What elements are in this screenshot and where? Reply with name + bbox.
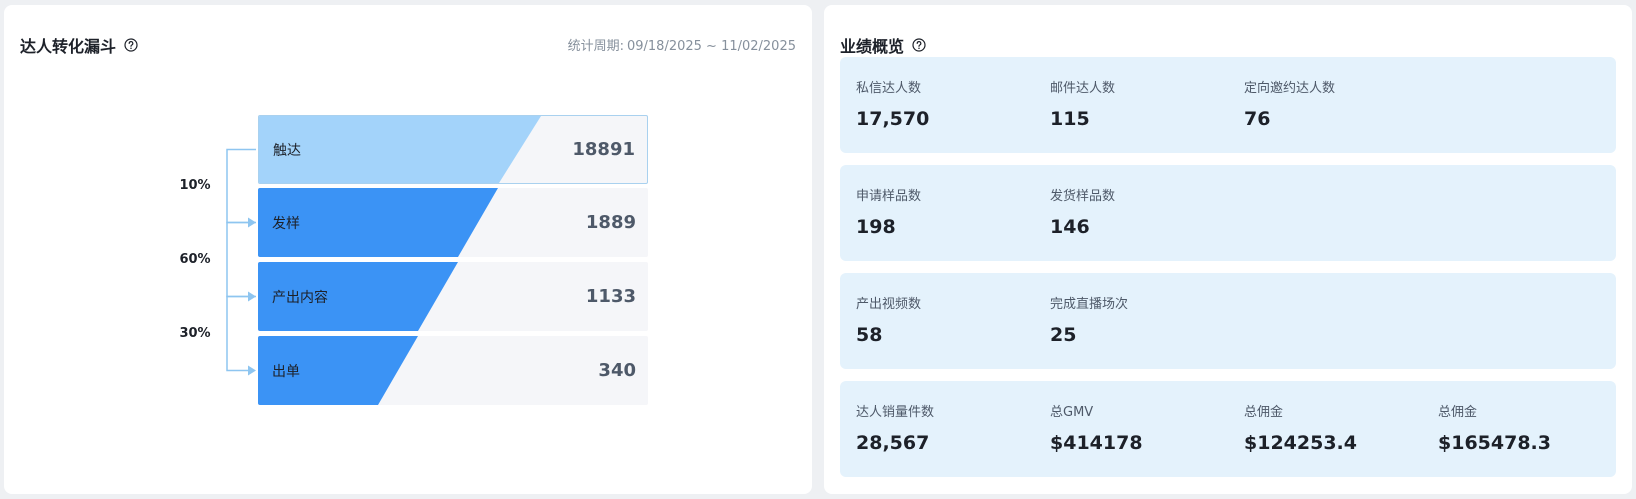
connector-line [226,295,256,372]
metric-item: 总GMV $414178 [1050,401,1143,454]
metric-value: 28,567 [856,432,930,454]
metric-item: 申请样品数 198 [856,185,921,238]
metric-label: 完成直播场次 [1050,297,1129,312]
metric-panel: 产出视频数 58 完成直播场次 25 [840,273,1616,369]
metric-value: $165478.3 [1438,432,1551,454]
funnel-stage-bar [258,336,418,405]
metric-label: 定向邀约达人数 [1244,81,1336,96]
arrow-right-icon [248,365,256,376]
metric-value: 76 [1244,108,1271,130]
funnel-stage-4: 出单 340 [258,336,648,405]
metric-value: 146 [1050,216,1090,238]
funnel-stage-label: 触达 [273,142,301,159]
metric-panel: 达人销量件数 28,567 总GMV $414178 总佣金 $124253.4 总佣金 $1… [840,381,1616,477]
funnel-stage-value: 1133 [585,286,636,307]
metric-panel: 私信达人数 17,570 邮件达人数 115 定向邀约达人数 76 [840,57,1616,153]
metric-item: 发货样品数 146 [1050,185,1115,238]
funnel-stage-2: 发样 1889 [258,188,648,257]
metric-item: 完成直播场次 25 [1050,293,1128,346]
metric-label: 发货样品数 [1050,189,1116,204]
metric-label: 总佣金 [1438,405,1478,420]
metric-item: 总佣金 $165478.3 [1438,401,1551,454]
metric-label: 申请样品数 [856,189,922,204]
metric-label: 达人销量件数 [856,405,935,420]
perf-title-text: 业绩概览 [840,37,905,56]
conversion-rate-label: 60% [179,251,211,267]
funnel-stage-value: 18891 [572,139,635,160]
performance-overview-card: 业绩概览 私信达人数 17,570 邮件达人数 115 定向邀约达人数 76 申请样品数 19… [824,5,1632,494]
conversion-rate-label: 30% [179,325,211,341]
metric-value: 198 [856,216,896,238]
metric-value: $124253.4 [1244,432,1357,454]
metric-item: 总佣金 $124253.4 [1244,401,1357,454]
conversion-rate-label: 10% [179,178,211,193]
metric-item: 邮件达人数 115 [1050,77,1115,130]
metric-item: 产出视频数 58 [856,293,921,346]
metric-value: 58 [856,324,883,346]
metric-value: 17,570 [856,108,930,130]
metric-item: 达人销量件数 28,567 [856,401,934,454]
funnel-stage-1: 触达 18891 [258,115,648,184]
metric-value: $414178 [1050,432,1143,454]
funnel-stage-label: 出单 [272,363,300,380]
metric-panel: 申请样品数 198 发货样品数 146 [840,165,1616,261]
metric-label: 总GMV [1050,405,1094,420]
conversion-funnel-card: 达人转化漏斗 统计周期: 09/18/2025 ~ 11/02/2025 触达 18… [4,5,812,494]
metric-item: 私信达人数 17,570 [856,77,929,130]
metric-label: 私信达人数 [856,81,922,96]
metric-value: 115 [1050,108,1090,130]
funnel-stage-3: 产出内容 1133 [258,262,648,331]
metric-label: 总佣金 [1244,405,1284,420]
metric-label: 邮件达人数 [1050,81,1116,96]
connector-line [226,221,256,298]
metric-value: 25 [1050,324,1077,346]
metric-label: 产出视频数 [856,297,922,312]
perf-card-title: 业绩概览 [840,33,926,57]
funnel-stage-label: 发样 [272,215,300,232]
connector-line [226,148,256,224]
metric-item: 定向邀约达人数 76 [1244,77,1335,130]
help-icon[interactable] [912,38,926,52]
funnel-stage-label: 产出内容 [272,289,328,306]
funnel-stage-value: 1889 [585,212,636,233]
funnel-stage-value: 340 [598,360,636,381]
